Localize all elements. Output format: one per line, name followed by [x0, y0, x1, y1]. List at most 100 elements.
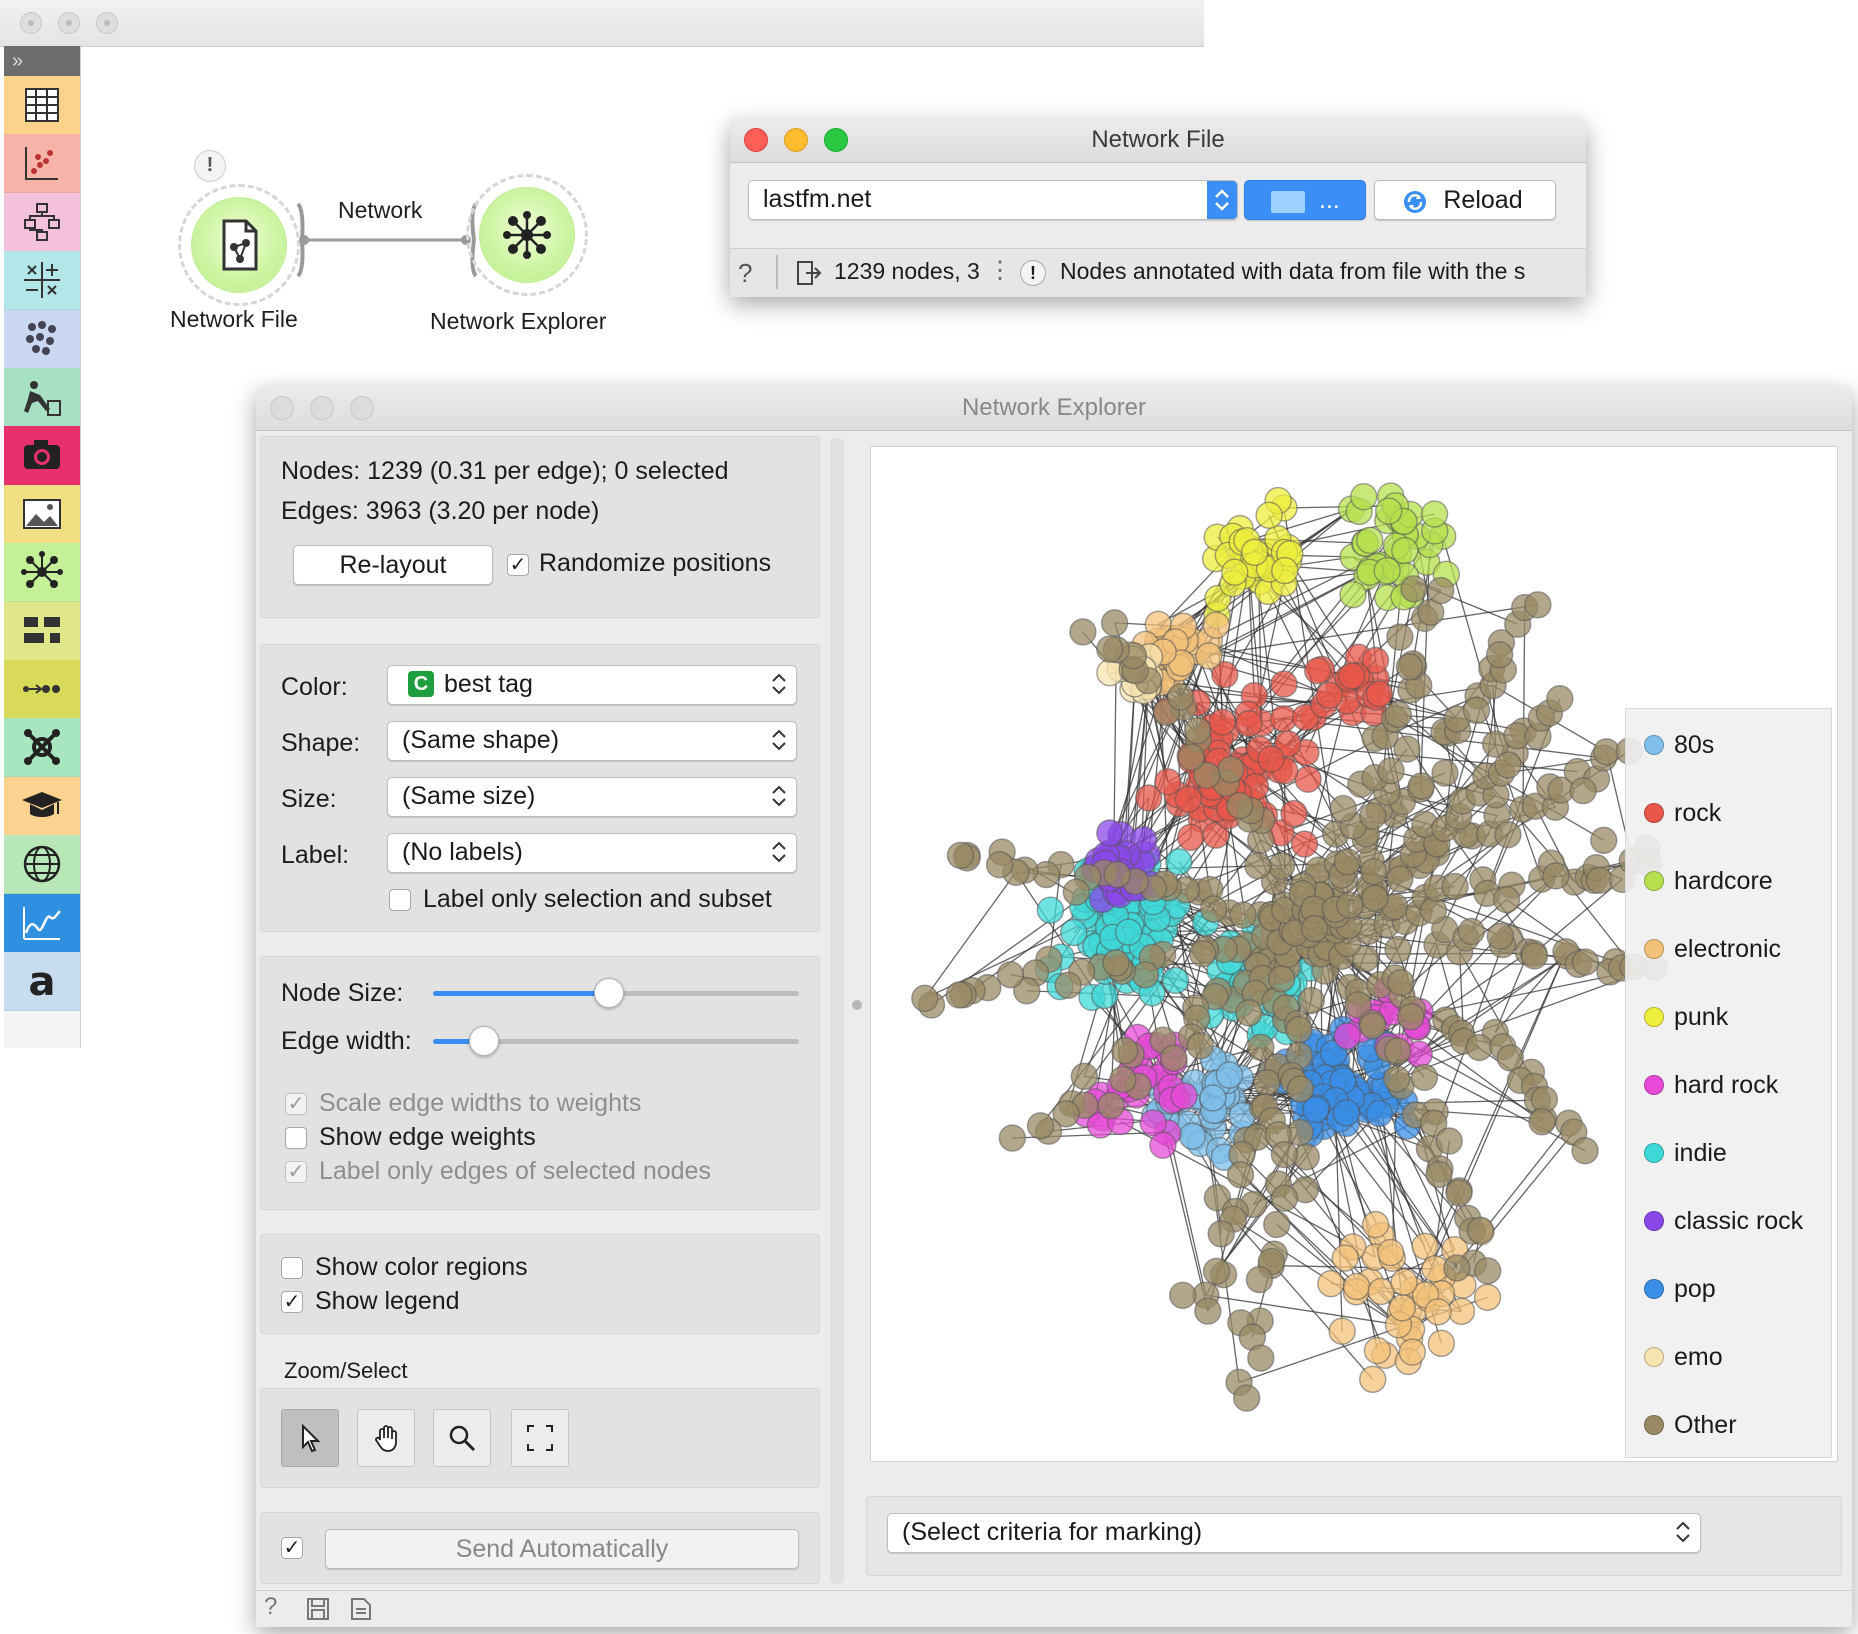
graph-node[interactable] — [1524, 591, 1552, 619]
graph-node[interactable] — [998, 1124, 1027, 1152]
graph-node[interactable] — [1270, 1184, 1299, 1212]
graph-node[interactable] — [1096, 819, 1124, 847]
graph-node[interactable] — [1571, 948, 1600, 976]
graph-node[interactable] — [1390, 1268, 1418, 1296]
graph-node[interactable] — [1169, 1281, 1197, 1310]
show-edge-weights-checkbox[interactable] — [285, 1127, 307, 1149]
toolbox-category-single-cell[interactable] — [4, 718, 80, 778]
graph-node[interactable] — [1208, 708, 1237, 736]
graph-node[interactable] — [1114, 918, 1143, 946]
graph-node[interactable] — [1267, 852, 1296, 880]
graph-node[interactable] — [1229, 901, 1257, 929]
graph-node[interactable] — [1263, 1210, 1291, 1239]
save-icon[interactable] — [306, 1597, 330, 1626]
pan-tool-button[interactable] — [357, 1409, 415, 1467]
graph-node[interactable] — [1410, 1063, 1439, 1092]
graph-node[interactable] — [945, 981, 974, 1009]
graph-node[interactable] — [1131, 961, 1160, 989]
graph-node[interactable] — [1170, 1082, 1198, 1110]
graph-node[interactable] — [1294, 765, 1322, 793]
splitter-handle[interactable] — [852, 1000, 862, 1010]
graph-node[interactable] — [1473, 1257, 1502, 1285]
graph-node[interactable] — [1424, 1298, 1452, 1326]
graph-node[interactable] — [1217, 755, 1245, 784]
graph-node[interactable] — [1178, 1122, 1207, 1150]
zoom-button[interactable] — [824, 128, 848, 152]
graph-node[interactable] — [1336, 891, 1364, 919]
graph-node[interactable] — [1247, 1344, 1275, 1372]
graph-node[interactable] — [1109, 1065, 1137, 1094]
graph-node[interactable] — [1367, 1277, 1395, 1306]
graph-node[interactable] — [1359, 802, 1387, 830]
close-dot[interactable] — [20, 12, 42, 34]
graph-node[interactable] — [1102, 949, 1130, 977]
graph-node[interactable] — [1026, 1112, 1055, 1140]
graph-node[interactable] — [1060, 918, 1088, 947]
graph-node[interactable] — [1069, 618, 1097, 646]
graph-node[interactable] — [1317, 1269, 1345, 1298]
graph-node[interactable] — [1280, 799, 1308, 828]
toolbox-category-bioinformatics[interactable] — [4, 660, 80, 719]
graph-node[interactable] — [1494, 820, 1522, 849]
graph-node[interactable] — [1100, 609, 1129, 637]
graph-node[interactable] — [1431, 759, 1459, 787]
graph-node[interactable] — [1447, 1297, 1476, 1326]
graph-node[interactable] — [1154, 768, 1182, 796]
browse-button[interactable]: ... — [1244, 180, 1366, 220]
size-combo[interactable]: (Same size) — [387, 777, 797, 817]
node-size-slider[interactable] — [593, 978, 624, 1008]
graph-node[interactable] — [1202, 1257, 1231, 1286]
graph-node[interactable] — [1384, 935, 1412, 964]
graph-node[interactable] — [1332, 1099, 1361, 1127]
graph-node[interactable] — [1373, 556, 1401, 585]
minimize-button[interactable] — [310, 396, 334, 420]
toolbox-category-network[interactable] — [4, 543, 80, 603]
graph-node[interactable] — [1245, 1265, 1274, 1294]
graph-node[interactable] — [1427, 576, 1455, 605]
relayout-button[interactable]: Re-layout — [293, 545, 493, 585]
toolbox-toggle-button[interactable]: » — [4, 46, 80, 76]
graph-node[interactable] — [1443, 1254, 1471, 1282]
graph-node[interactable] — [1365, 680, 1394, 708]
graph-node[interactable] — [1286, 1075, 1315, 1103]
graph-node[interactable] — [1161, 966, 1190, 995]
graph-node[interactable] — [1457, 917, 1486, 946]
toolbox-category-spectroscopy[interactable] — [4, 893, 80, 953]
toolbox-category-timeseries[interactable] — [4, 601, 80, 661]
graph-node[interactable] — [1226, 791, 1254, 820]
graph-node[interactable] — [1419, 896, 1448, 925]
toolbox-category-scatter-plot[interactable] — [4, 134, 80, 194]
randomize-checkbox[interactable]: ✓ — [507, 554, 529, 576]
marking-combo[interactable]: (Select criteria for marking) — [887, 1513, 1701, 1553]
graph-node[interactable] — [1226, 1160, 1255, 1189]
graph-node[interactable] — [1036, 896, 1065, 924]
graph-node[interactable] — [1149, 1131, 1177, 1159]
toolbox-category-clustering[interactable] — [4, 309, 80, 369]
graph-node[interactable] — [1542, 862, 1570, 890]
zoom-tool-button[interactable] — [433, 1409, 491, 1467]
graph-node[interactable] — [1528, 1108, 1556, 1136]
graph-node[interactable] — [1350, 483, 1378, 511]
graph-node[interactable] — [1297, 986, 1325, 1015]
graph-node[interactable] — [1361, 1210, 1390, 1239]
send-automatically-button[interactable]: Send Automatically — [325, 1529, 799, 1569]
file-combo[interactable]: lastfm.net — [748, 180, 1238, 220]
zoom-dot[interactable] — [96, 12, 118, 34]
graph-node[interactable] — [1356, 526, 1384, 555]
graph-node[interactable] — [1387, 968, 1415, 997]
label-only-selection-checkbox[interactable] — [389, 889, 411, 911]
graph-node[interactable] — [1176, 823, 1205, 852]
scale-edges-checkbox[interactable]: ✓ — [285, 1093, 307, 1115]
zoom-button[interactable] — [350, 396, 374, 420]
edge-width-slider[interactable] — [469, 1026, 500, 1056]
graph-node[interactable] — [1331, 1244, 1359, 1272]
graph-node[interactable] — [1221, 558, 1249, 586]
graph-node[interactable] — [1195, 642, 1223, 670]
graph-node[interactable] — [1397, 1003, 1425, 1031]
graph-node[interactable] — [1435, 1127, 1463, 1155]
graph-node[interactable] — [1194, 1297, 1222, 1325]
graph-node[interactable] — [1473, 1283, 1502, 1312]
graph-node[interactable] — [1337, 662, 1366, 690]
toolbox-category-text[interactable]: a — [4, 952, 80, 1011]
graph-node[interactable] — [1188, 939, 1217, 968]
